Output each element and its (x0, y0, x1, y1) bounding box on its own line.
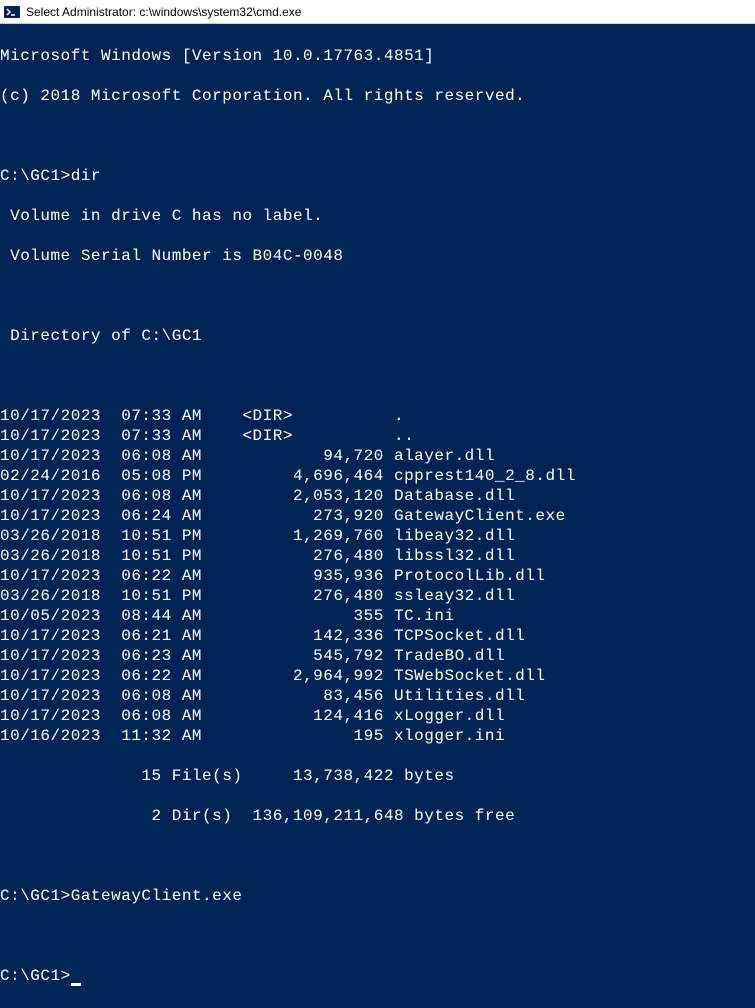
file-entry: 10/17/2023 06:21 AM 142,336 TCPSocket.dl… (0, 626, 755, 646)
file-entry: 10/17/2023 06:08 AM 83,456 Utilities.dll (0, 686, 755, 706)
file-entry: 03/26/2018 10:51 PM 276,480 ssleay32.dll (0, 586, 755, 606)
blank-line (0, 286, 755, 306)
command-line: C:\GC1>GatewayClient.exe (0, 886, 755, 906)
volume-serial-line: Volume Serial Number is B04C-0048 (0, 246, 755, 266)
file-entry: 10/16/2023 11:32 AM 195 xlogger.ini (0, 726, 755, 746)
blank-line (0, 366, 755, 386)
prompt: C:\GC1> (0, 967, 71, 985)
volume-label-line: Volume in drive C has no label. (0, 206, 755, 226)
copyright-line: (c) 2018 Microsoft Corporation. All righ… (0, 86, 755, 106)
terminal-output[interactable]: Microsoft Windows [Version 10.0.17763.48… (0, 24, 755, 1008)
command-line: C:\GC1>dir (0, 166, 755, 186)
file-entry: 10/17/2023 07:33 AM <DIR> .. (0, 426, 755, 446)
prompt: C:\GC1> (0, 167, 71, 185)
prompt: C:\GC1> (0, 887, 71, 905)
file-entry: 10/17/2023 06:22 AM 935,936 ProtocolLib.… (0, 566, 755, 586)
file-entry: 10/05/2023 08:44 AM 355 TC.ini (0, 606, 755, 626)
command-text: GatewayClient.exe (71, 887, 243, 905)
cursor (71, 983, 81, 986)
file-entry: 10/17/2023 06:24 AM 273,920 GatewayClien… (0, 506, 755, 526)
version-line: Microsoft Windows [Version 10.0.17763.48… (0, 46, 755, 66)
file-entry: 10/17/2023 06:08 AM 2,053,120 Database.d… (0, 486, 755, 506)
file-entry: 02/24/2016 05:08 PM 4,696,464 cpprest140… (0, 466, 755, 486)
file-entry: 10/17/2023 07:33 AM <DIR> . (0, 406, 755, 426)
blank-line (0, 926, 755, 946)
dirs-summary-line: 2 Dir(s) 136,109,211,648 bytes free (0, 806, 755, 826)
current-prompt-line[interactable]: C:\GC1> (0, 966, 755, 986)
blank-line (0, 126, 755, 146)
titlebar-text: Select Administrator: c:\windows\system3… (26, 5, 301, 19)
directory-of-line: Directory of C:\GC1 (0, 326, 755, 346)
file-entry: 10/17/2023 06:08 AM 124,416 xLogger.dll (0, 706, 755, 726)
files-summary-line: 15 File(s) 13,738,422 bytes (0, 766, 755, 786)
titlebar[interactable]: Select Administrator: c:\windows\system3… (0, 0, 755, 24)
file-entry: 03/26/2018 10:51 PM 1,269,760 libeay32.d… (0, 526, 755, 546)
powershell-icon (4, 4, 20, 20)
file-entry: 03/26/2018 10:51 PM 276,480 libssl32.dll (0, 546, 755, 566)
file-entry: 10/17/2023 06:23 AM 545,792 TradeBO.dll (0, 646, 755, 666)
file-entry: 10/17/2023 06:22 AM 2,964,992 TSWebSocke… (0, 666, 755, 686)
blank-line (0, 846, 755, 866)
file-listing: 10/17/2023 07:33 AM <DIR> .10/17/2023 07… (0, 406, 755, 746)
file-entry: 10/17/2023 06:08 AM 94,720 alayer.dll (0, 446, 755, 466)
command-text: dir (71, 167, 101, 185)
